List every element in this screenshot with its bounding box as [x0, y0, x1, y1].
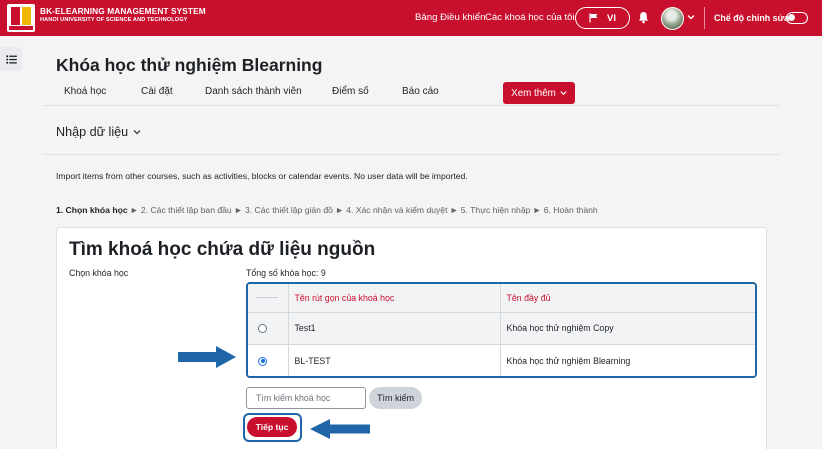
- bell-icon[interactable]: [638, 11, 649, 24]
- cell-fullname: Khóa học thử nghiệm Blearning: [500, 344, 755, 376]
- row-select-cell: [248, 344, 289, 376]
- brand-title: BK-ELEARNING MANAGEMENT SYSTEM: [40, 6, 206, 16]
- course-search-input[interactable]: [246, 387, 366, 409]
- navbar-divider: [704, 7, 705, 29]
- top-navbar: BK-ELEARNING MANAGEMENT SYSTEM HANOI UNI…: [0, 0, 822, 36]
- continue-highlight-frame: Tiếp tục: [243, 413, 302, 442]
- row-select-cell: [248, 312, 289, 346]
- step-separator: ►: [532, 205, 544, 215]
- section-title: Nhập dữ liệu: [56, 125, 129, 139]
- language-label: VI: [607, 12, 616, 24]
- step-item: 4. Xác nhận và kiểm duyệt: [346, 205, 448, 215]
- search-button[interactable]: Tìm kiếm: [369, 387, 422, 409]
- annotation-arrow-left-icon: [310, 419, 370, 439]
- tab-more[interactable]: Xem thêm: [503, 82, 575, 104]
- brand[interactable]: BK-ELEARNING MANAGEMENT SYSTEM HANOI UNI…: [40, 7, 206, 24]
- user-avatar[interactable]: [661, 7, 684, 30]
- course-search-card: Tìm khoá học chứa dữ liệu nguồn Chọn khó…: [56, 227, 767, 449]
- secondary-navigation: Khoá học Cài đặt Danh sách thành viên Đi…: [42, 80, 780, 106]
- chevron-down-icon: [133, 130, 141, 135]
- chevron-down-icon[interactable]: [687, 13, 695, 21]
- page-title: Khóa học thử nghiệm Blearning: [56, 55, 323, 75]
- bk-logo[interactable]: [7, 4, 35, 32]
- annotation-arrow-right-icon: [178, 346, 236, 368]
- tab-reports[interactable]: Báo cáo: [402, 86, 439, 97]
- step-item: 6. Hoàn thành: [543, 205, 598, 215]
- step-current: 1. Chọn khóa học: [56, 205, 128, 215]
- table-row[interactable]: Test1 Khóa học thử nghiệm Copy: [248, 312, 755, 346]
- tab-settings[interactable]: Cài đặt: [141, 86, 173, 97]
- divider: [42, 154, 780, 155]
- chevron-down-icon: [560, 91, 567, 96]
- edit-mode-label: Chế độ chỉnh sửa: [714, 13, 789, 23]
- column-header-select: [248, 284, 289, 313]
- step-item: 3. Các thiết lập giản đồ: [245, 205, 333, 215]
- cell-fullname: Khóa học thử nghiệm Copy: [500, 312, 755, 346]
- course-radio-test1[interactable]: [258, 324, 267, 334]
- table-header-row: Tên rút gọn của khoá học Tên đầy đủ: [248, 284, 755, 313]
- edit-mode-toggle[interactable]: [786, 12, 808, 24]
- step-separator: ►: [234, 205, 245, 215]
- total-courses-count: Tổng số khóa học: 9: [246, 268, 326, 278]
- cell-shortname: Test1: [288, 312, 501, 346]
- course-index-drawer-button[interactable]: [0, 47, 22, 71]
- nav-dashboard-link[interactable]: Bảng Điều khiển: [415, 12, 485, 23]
- flag-icon: [589, 13, 598, 23]
- brand-subtitle: HANOI UNIVERSITY OF SCIENCE AND TECHNOLO…: [40, 17, 188, 24]
- continue-button[interactable]: Tiếp tục: [247, 417, 297, 437]
- step-item: 2. Các thiết lập ban đầu: [140, 205, 232, 215]
- table-row[interactable]: BL-TEST Khóa học thử nghiệm Blearning: [248, 344, 755, 376]
- tab-grades[interactable]: Điểm số: [332, 86, 369, 97]
- import-intro-text: Import items from other courses, such as…: [56, 171, 468, 181]
- step-item: 5. Thực hiện nhập: [460, 205, 531, 215]
- list-icon: [5, 54, 17, 64]
- step-separator: ►: [335, 205, 347, 215]
- tab-participants[interactable]: Danh sách thành viên: [205, 86, 302, 97]
- card-title: Tìm khoá học chứa dữ liệu nguồn: [69, 239, 376, 260]
- nav-my-courses-link[interactable]: Các khoá học của tôi: [485, 12, 575, 23]
- step-separator: ►: [449, 205, 461, 215]
- column-header-shortname: Tên rút gọn của khoá học: [288, 284, 501, 313]
- cell-shortname: BL-TEST: [288, 344, 501, 376]
- course-table: Tên rút gọn của khoá học Tên đầy đủ Test…: [246, 282, 757, 378]
- course-radio-bl-test[interactable]: [258, 356, 267, 366]
- tab-course[interactable]: Khoá học: [64, 86, 106, 97]
- select-course-label: Chọn khóa học: [69, 268, 129, 278]
- language-button[interactable]: VI: [575, 7, 630, 29]
- step-separator: ►: [130, 205, 141, 215]
- import-selector-dropdown[interactable]: Nhập dữ liệu: [56, 125, 141, 139]
- tab-more-label: Xem thêm: [511, 87, 556, 99]
- column-header-fullname: Tên đầy đủ: [500, 284, 755, 313]
- import-progress-steps: 1. Chọn khóa học ► 2. Các thiết lập ban …: [56, 205, 598, 215]
